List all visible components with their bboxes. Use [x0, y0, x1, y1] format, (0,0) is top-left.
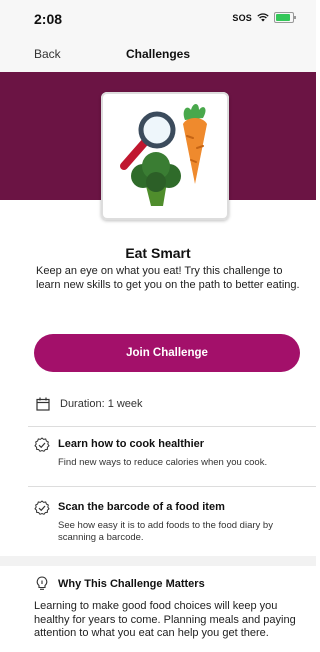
step-item: Scan the barcode of a food item See how …	[34, 500, 304, 548]
join-challenge-button[interactable]: Join Challenge	[34, 334, 300, 372]
check-circle-icon	[34, 437, 50, 452]
why-text: Learning to make good food choices will …	[34, 600, 296, 639]
status-time: 2:08	[34, 11, 63, 27]
step-title: Scan the barcode of a food item	[58, 501, 225, 513]
sos-label: SOS	[232, 12, 252, 23]
wifi-icon	[257, 13, 269, 22]
nav-bar: Back Challenges	[0, 36, 316, 73]
carrot-icon	[183, 104, 207, 184]
challenge-description: Keep an eye on what you eat! Try this ch…	[36, 265, 300, 291]
status-icons: SOS	[232, 12, 296, 23]
divider	[28, 486, 316, 487]
lightbulb-icon	[36, 576, 48, 590]
divider	[28, 426, 316, 427]
step-title: Learn how to cook healthier	[58, 438, 205, 450]
broccoli-icon	[131, 152, 181, 206]
duration-label: Duration: 1 week	[60, 398, 143, 410]
why-title: Why This Challenge Matters	[58, 578, 205, 590]
step-description: Find new ways to reduce calories when yo…	[58, 457, 268, 468]
check-circle-icon	[34, 500, 50, 515]
duration-row: Duration: 1 week	[36, 397, 143, 411]
status-bar: 2:08 SOS	[0, 0, 316, 36]
step-description: See how easy it is to add foods to the f…	[58, 520, 273, 543]
calendar-icon	[36, 397, 50, 411]
challenge-title: Eat Smart	[125, 245, 191, 261]
battery-icon	[274, 12, 296, 23]
section-separator	[0, 556, 316, 566]
step-item: Learn how to cook healthier Find new way…	[34, 437, 304, 477]
page-title: Challenges	[125, 47, 191, 61]
challenge-image	[101, 92, 229, 220]
app-screen: 2:08 SOS Back Challenges Eat Smart Keep …	[0, 0, 316, 652]
